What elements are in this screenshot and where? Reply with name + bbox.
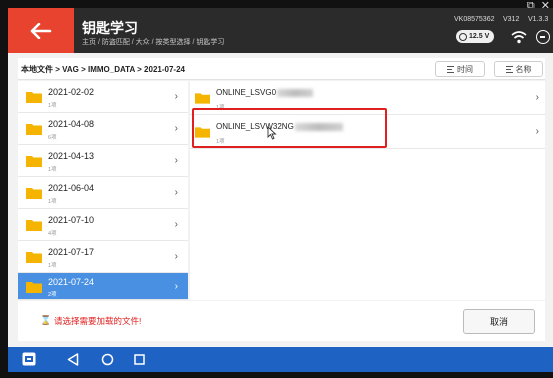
folder-name: 2021-04-13 — [48, 151, 95, 161]
chevron-right-icon: › — [174, 155, 178, 166]
folder-list: 2021-02-02 1项 › 2021-04-08 6项 › 2021-04-… — [18, 81, 188, 300]
folder-count: 1项 — [48, 263, 57, 269]
vin-label: VK08575362 — [454, 16, 495, 23]
mouse-cursor-icon — [267, 126, 277, 140]
folder-icon — [26, 124, 42, 135]
breadcrumb: 主页 / 防盗匹配 / 大众 / 按类型选择 / 钥匙学习 — [82, 39, 225, 46]
back-triangle-icon[interactable] — [67, 353, 79, 366]
folder-item[interactable]: 2021-06-04 1项 › — [18, 177, 188, 209]
navigation-bar — [8, 347, 553, 372]
battery-voltage: 12.5 V — [469, 33, 490, 40]
chevron-right-icon: › — [174, 187, 178, 198]
folder-item-selected[interactable]: 2021-07-24 2项 › — [18, 273, 188, 300]
page-title: 钥匙学习 — [82, 20, 138, 36]
folder-item[interactable]: 2021-04-13 1项 › — [18, 145, 188, 177]
sort-by-time-button[interactable]: 时间 — [435, 61, 485, 77]
screen: ⧉ ✕ 钥匙学习 主页 / 防盗匹配 / 大众 / 按类型选择 / 钥匙学习 V… — [0, 0, 553, 378]
sort-icon — [505, 65, 513, 73]
folder-item[interactable]: 2021-07-10 4项 › — [18, 209, 188, 241]
sort-icon — [447, 65, 454, 73]
header: 钥匙学习 主页 / 防盗匹配 / 大众 / 按类型选择 / 钥匙学习 VK085… — [8, 8, 553, 53]
hourglass-icon: ⌛ — [40, 315, 52, 325]
chevron-right-icon: › — [535, 126, 539, 137]
path-breadcrumb: 本地文件 > VAG > IMMO_DATA > 2021-07-24 — [21, 65, 185, 74]
folder-icon — [26, 220, 42, 231]
file-name: ONLINE_LSVG0 — [216, 88, 314, 97]
sort-name-label: 名称 — [515, 64, 532, 74]
warning-message: 请选择需要加载的文件! — [54, 316, 142, 326]
home-circle-icon[interactable] — [101, 353, 114, 366]
folder-name: 2021-04-08 — [48, 119, 95, 129]
chevron-right-icon: › — [174, 123, 178, 134]
chevron-right-icon: › — [174, 281, 178, 292]
folder-name: 2021-02-02 — [48, 87, 95, 97]
chevron-right-icon: › — [174, 219, 178, 230]
folder-icon — [26, 92, 42, 103]
version-label-b: V1.3.3 — [528, 16, 549, 23]
wifi-icon — [511, 31, 527, 44]
back-button[interactable] — [8, 8, 74, 53]
folder-count: 1项 — [48, 167, 57, 173]
minus-circle-icon[interactable] — [536, 30, 550, 44]
folder-count: 1项 — [48, 103, 57, 109]
folder-item[interactable]: 2021-04-08 6项 › — [18, 113, 188, 145]
folder-name: 2021-07-17 — [48, 247, 95, 257]
folder-icon — [26, 252, 42, 263]
folder-icon — [195, 93, 210, 104]
folder-count: 4项 — [48, 231, 57, 237]
folder-icon — [26, 156, 42, 167]
main-panel: 本地文件 > VAG > IMMO_DATA > 2021-07-24 时间 名… — [8, 53, 553, 347]
chevron-right-icon: › — [535, 92, 539, 103]
sort-by-name-button[interactable]: 名称 — [494, 61, 543, 77]
folder-icon — [26, 188, 42, 199]
sort-time-label: 时间 — [457, 64, 473, 74]
app-switch-icon[interactable] — [22, 352, 36, 366]
folder-name: 2021-07-24 — [48, 277, 95, 287]
chevron-right-icon: › — [174, 91, 178, 102]
chevron-right-icon: › — [174, 251, 178, 262]
folder-name: 2021-07-10 — [48, 215, 95, 225]
version-label-a: V312 — [503, 16, 520, 23]
recents-square-icon[interactable] — [134, 354, 145, 365]
selection-highlight — [192, 108, 387, 148]
folder-item[interactable]: 2021-02-02 1项 › — [18, 81, 188, 113]
folder-item[interactable]: 2021-07-17 1项 › — [18, 241, 188, 273]
folder-name: 2021-06-04 — [48, 183, 95, 193]
cancel-button[interactable]: 取消 — [463, 309, 535, 334]
battery-icon — [459, 32, 467, 41]
battery-voltage-badge: 12.5 V — [456, 30, 494, 43]
folder-icon — [26, 282, 42, 293]
folder-count: 6项 — [48, 135, 57, 141]
folder-count: 1项 — [48, 199, 57, 205]
footer: ⌛ 请选择需要加载的文件! 取消 — [18, 301, 545, 341]
folder-count: 2项 — [48, 292, 57, 298]
path-bar: 本地文件 > VAG > IMMO_DATA > 2021-07-24 时间 名… — [18, 58, 545, 80]
arrow-left-icon — [30, 22, 52, 39]
